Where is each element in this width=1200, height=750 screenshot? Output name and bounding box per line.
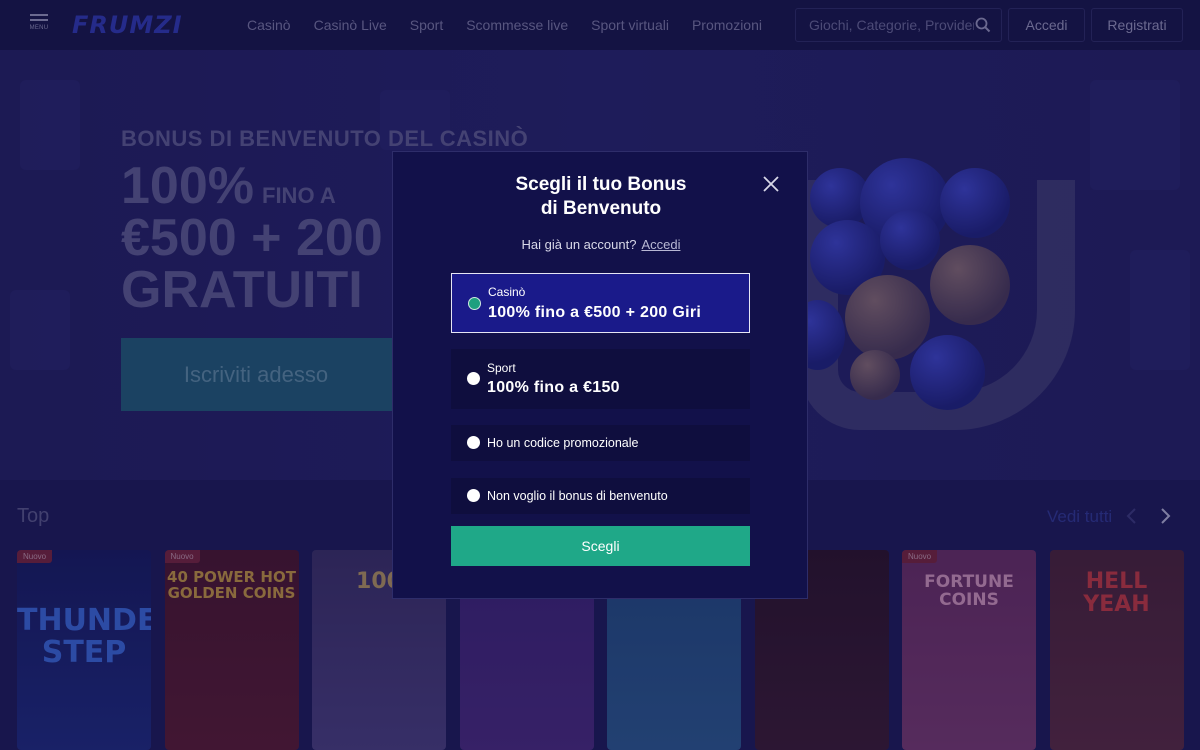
hero-headline: 100% FINO A — [121, 156, 336, 216]
chevron-left-icon[interactable] — [1125, 507, 1139, 530]
search-input[interactable] — [809, 17, 974, 33]
new-badge: Nuovo — [17, 550, 53, 563]
hero-illustration-balls — [790, 150, 1090, 480]
choose-button[interactable]: Scegli — [451, 526, 750, 566]
modal-title: Scegli il tuo Bonus di Benvenuto — [393, 173, 809, 221]
nav-item-promotions[interactable]: Promozioni — [692, 17, 762, 33]
new-badge: Nuovo — [164, 550, 200, 563]
background-card-decoration — [1090, 80, 1180, 190]
nav-item-virtual-sports[interactable]: Sport virtuali — [591, 17, 669, 33]
game-title: HELL YEAH — [1083, 569, 1150, 618]
game-title: THUNDER STEP — [17, 603, 151, 670]
ball-graphic — [850, 350, 900, 400]
game-title: FORTUNE COINS — [924, 572, 1014, 610]
hero-amount: €500 + 200 — [121, 209, 383, 267]
register-button[interactable]: Registrati — [1091, 8, 1183, 42]
ball-graphic — [930, 245, 1010, 325]
game-card[interactable]: Nuovo FORTUNE COINS — [902, 550, 1036, 750]
see-all-link[interactable]: Vedi tutti — [1047, 507, 1112, 527]
radio-icon[interactable] — [467, 489, 480, 502]
ball-graphic — [845, 275, 930, 360]
bonus-option-label: Ho un codice promozionale — [487, 436, 639, 450]
game-card[interactable]: Nuovo THUNDER STEP — [17, 550, 151, 750]
ball-graphic — [940, 168, 1010, 238]
menu-button[interactable]: MENU — [28, 14, 50, 38]
nav-item-casino-live[interactable]: Casinò Live — [314, 17, 387, 33]
welcome-bonus-modal: Scegli il tuo Bonus di Benvenuto Hai già… — [392, 151, 808, 599]
hero-free: GRATUITI — [121, 261, 363, 319]
account-prompt: Hai già un account? Accedi — [393, 237, 809, 252]
site-header: MENU FRUMZI Casinò Casinò Live Sport Sco… — [0, 0, 1200, 50]
modal-title-line-2: di Benvenuto — [540, 198, 662, 219]
radio-icon[interactable] — [467, 372, 480, 385]
bonus-option-promo-code[interactable]: Ho un codice promozionale — [451, 425, 750, 461]
game-title: 40 POWER HOT GOLDEN COINS — [167, 568, 296, 602]
game-card[interactable]: Nuovo 40 POWER HOT GOLDEN COINS — [164, 550, 299, 750]
bonus-option-no-bonus[interactable]: Non voglio il bonus di benvenuto — [451, 478, 750, 514]
hero-up-to: FINO A — [262, 183, 336, 208]
hamburger-icon-bar — [30, 19, 48, 21]
section-title-top: Top — [17, 505, 50, 527]
background-card-decoration — [20, 80, 80, 170]
search-box — [795, 8, 1002, 42]
account-prompt-text: Hai già un account? — [521, 237, 637, 252]
hero-percent: 100% — [121, 157, 254, 215]
radio-selected-icon[interactable] — [468, 297, 481, 310]
background-card-decoration — [1130, 250, 1190, 370]
bonus-option-sport[interactable]: Sport 100% fino a €150 — [451, 349, 750, 409]
modal-title-line-1: Scegli il tuo Bonus — [515, 174, 687, 195]
bonus-option-category: Sport — [487, 361, 516, 375]
background-card-decoration — [10, 290, 70, 370]
nav-item-sport[interactable]: Sport — [410, 17, 443, 33]
new-badge: Nuovo — [902, 550, 938, 563]
search-icon[interactable] — [975, 17, 991, 38]
ball-graphic — [910, 335, 985, 410]
bonus-option-casino[interactable]: Casinò 100% fino a €500 + 200 Giri — [451, 273, 750, 333]
main-nav: Casinò Casinò Live Sport Scommesse live … — [247, 17, 785, 33]
bonus-option-label: Non voglio il bonus di benvenuto — [487, 489, 668, 503]
nav-item-live-betting[interactable]: Scommesse live — [466, 17, 568, 33]
game-card[interactable]: HELL YEAH — [1049, 550, 1184, 750]
ball-graphic — [880, 210, 940, 270]
chevron-right-icon[interactable] — [1158, 507, 1172, 530]
logo[interactable]: FRUMZI — [72, 11, 183, 39]
nav-item-casino[interactable]: Casinò — [247, 17, 291, 33]
login-link[interactable]: Accedi — [641, 237, 680, 252]
bonus-option-value: 100% fino a €500 + 200 Giri — [488, 304, 702, 321]
hamburger-icon — [30, 14, 48, 16]
bonus-option-category: Casinò — [488, 285, 526, 299]
menu-label: MENU — [29, 25, 49, 31]
bonus-option-value: 100% fino a €150 — [487, 379, 620, 396]
hero-subtitle: BONUS DI BENVENUTO DEL CASINÒ — [121, 126, 529, 151]
login-button[interactable]: Accedi — [1008, 8, 1085, 42]
radio-icon[interactable] — [467, 436, 480, 449]
